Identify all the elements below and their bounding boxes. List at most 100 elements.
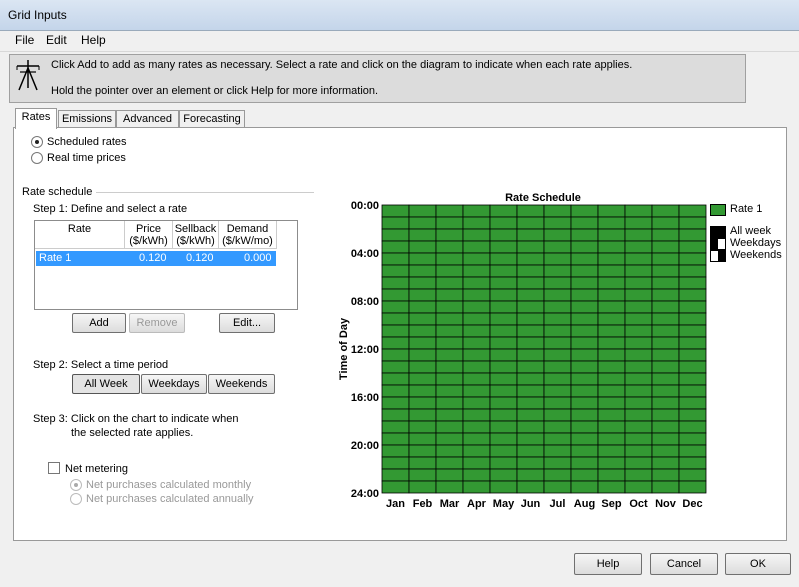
schedule-cell[interactable] xyxy=(543,420,572,434)
schedule-cell[interactable] xyxy=(678,300,707,314)
schedule-cell[interactable] xyxy=(624,240,653,254)
schedule-cell[interactable] xyxy=(597,408,626,422)
schedule-cell[interactable] xyxy=(408,420,437,434)
schedule-cell[interactable] xyxy=(462,396,491,410)
schedule-cell[interactable] xyxy=(516,240,545,254)
schedule-cell[interactable] xyxy=(651,240,680,254)
schedule-cell[interactable] xyxy=(435,372,464,386)
schedule-cell[interactable] xyxy=(651,300,680,314)
schedule-cell[interactable] xyxy=(651,204,680,218)
schedule-cell[interactable] xyxy=(543,348,572,362)
schedule-cell[interactable] xyxy=(435,240,464,254)
schedule-cell[interactable] xyxy=(462,468,491,482)
schedule-cell[interactable] xyxy=(381,468,410,482)
schedule-cell[interactable] xyxy=(597,240,626,254)
schedule-cell[interactable] xyxy=(543,228,572,242)
schedule-cell[interactable] xyxy=(543,360,572,374)
schedule-cell[interactable] xyxy=(570,384,599,398)
schedule-cell[interactable] xyxy=(462,480,491,494)
schedule-cell[interactable] xyxy=(408,372,437,386)
schedule-cell[interactable] xyxy=(381,348,410,362)
schedule-cell[interactable] xyxy=(678,444,707,458)
schedule-cell[interactable] xyxy=(381,300,410,314)
schedule-cell[interactable] xyxy=(435,252,464,266)
schedule-cell[interactable] xyxy=(597,420,626,434)
schedule-cell[interactable] xyxy=(408,468,437,482)
schedule-cell[interactable] xyxy=(381,252,410,266)
schedule-cell[interactable] xyxy=(543,408,572,422)
schedule-cell[interactable] xyxy=(597,456,626,470)
schedule-cell[interactable] xyxy=(435,444,464,458)
ok-button[interactable]: OK xyxy=(725,553,791,575)
schedule-cell[interactable] xyxy=(462,408,491,422)
schedule-cell[interactable] xyxy=(651,360,680,374)
schedule-cell[interactable] xyxy=(435,468,464,482)
scheduled-rates-radio[interactable] xyxy=(31,136,43,148)
schedule-cell[interactable] xyxy=(381,432,410,446)
schedule-cell[interactable] xyxy=(570,372,599,386)
tab-advanced[interactable]: Advanced xyxy=(116,110,179,128)
schedule-cell[interactable] xyxy=(516,372,545,386)
weekdays-button[interactable]: Weekdays xyxy=(141,374,207,394)
schedule-cell[interactable] xyxy=(435,216,464,230)
schedule-cell[interactable] xyxy=(678,384,707,398)
schedule-cell[interactable] xyxy=(624,348,653,362)
schedule-cell[interactable] xyxy=(543,264,572,278)
schedule-cell[interactable] xyxy=(489,408,518,422)
schedule-cell[interactable] xyxy=(651,252,680,266)
schedule-cell[interactable] xyxy=(462,228,491,242)
add-button[interactable]: Add xyxy=(72,313,126,333)
schedule-cell[interactable] xyxy=(408,480,437,494)
schedule-cell[interactable] xyxy=(381,336,410,350)
schedule-cell[interactable] xyxy=(381,444,410,458)
edit-button[interactable]: Edit... xyxy=(219,313,275,333)
schedule-cell[interactable] xyxy=(489,444,518,458)
schedule-cell[interactable] xyxy=(651,384,680,398)
schedule-cell[interactable] xyxy=(570,252,599,266)
net-annually-radio[interactable] xyxy=(70,493,82,505)
schedule-cell[interactable] xyxy=(435,300,464,314)
schedule-cell[interactable] xyxy=(489,324,518,338)
schedule-cell[interactable] xyxy=(435,288,464,302)
schedule-cell[interactable] xyxy=(597,264,626,278)
schedule-cell[interactable] xyxy=(516,264,545,278)
schedule-cell[interactable] xyxy=(543,480,572,494)
schedule-cell[interactable] xyxy=(678,312,707,326)
schedule-cell[interactable] xyxy=(408,312,437,326)
schedule-cell[interactable] xyxy=(516,216,545,230)
schedule-cell[interactable] xyxy=(516,276,545,290)
schedule-cell[interactable] xyxy=(435,336,464,350)
schedule-cell[interactable] xyxy=(543,288,572,302)
remove-button[interactable]: Remove xyxy=(129,313,185,333)
schedule-cell[interactable] xyxy=(624,444,653,458)
schedule-cell[interactable] xyxy=(678,468,707,482)
schedule-cell[interactable] xyxy=(489,480,518,494)
schedule-cell[interactable] xyxy=(408,360,437,374)
schedule-cell[interactable] xyxy=(543,252,572,266)
schedule-cell[interactable] xyxy=(435,228,464,242)
schedule-cell[interactable] xyxy=(570,408,599,422)
net-monthly-radio[interactable] xyxy=(70,479,82,491)
schedule-cell[interactable] xyxy=(570,468,599,482)
schedule-cell[interactable] xyxy=(651,336,680,350)
schedule-cell[interactable] xyxy=(408,444,437,458)
schedule-cell[interactable] xyxy=(381,456,410,470)
schedule-cell[interactable] xyxy=(462,300,491,314)
schedule-cell[interactable] xyxy=(651,420,680,434)
schedule-cell[interactable] xyxy=(516,432,545,446)
schedule-cell[interactable] xyxy=(624,480,653,494)
schedule-cell[interactable] xyxy=(624,228,653,242)
schedule-cell[interactable] xyxy=(678,480,707,494)
schedule-cell[interactable] xyxy=(678,372,707,386)
schedule-cell[interactable] xyxy=(489,384,518,398)
schedule-cell[interactable] xyxy=(597,384,626,398)
schedule-cell[interactable] xyxy=(570,240,599,254)
schedule-cell[interactable] xyxy=(597,480,626,494)
schedule-cell[interactable] xyxy=(462,372,491,386)
schedule-cell[interactable] xyxy=(408,240,437,254)
schedule-cell[interactable] xyxy=(462,348,491,362)
schedule-cell[interactable] xyxy=(678,288,707,302)
schedule-cell[interactable] xyxy=(408,264,437,278)
col-demand[interactable]: Demand ($/kW/mo) xyxy=(219,221,277,249)
schedule-cell[interactable] xyxy=(435,480,464,494)
